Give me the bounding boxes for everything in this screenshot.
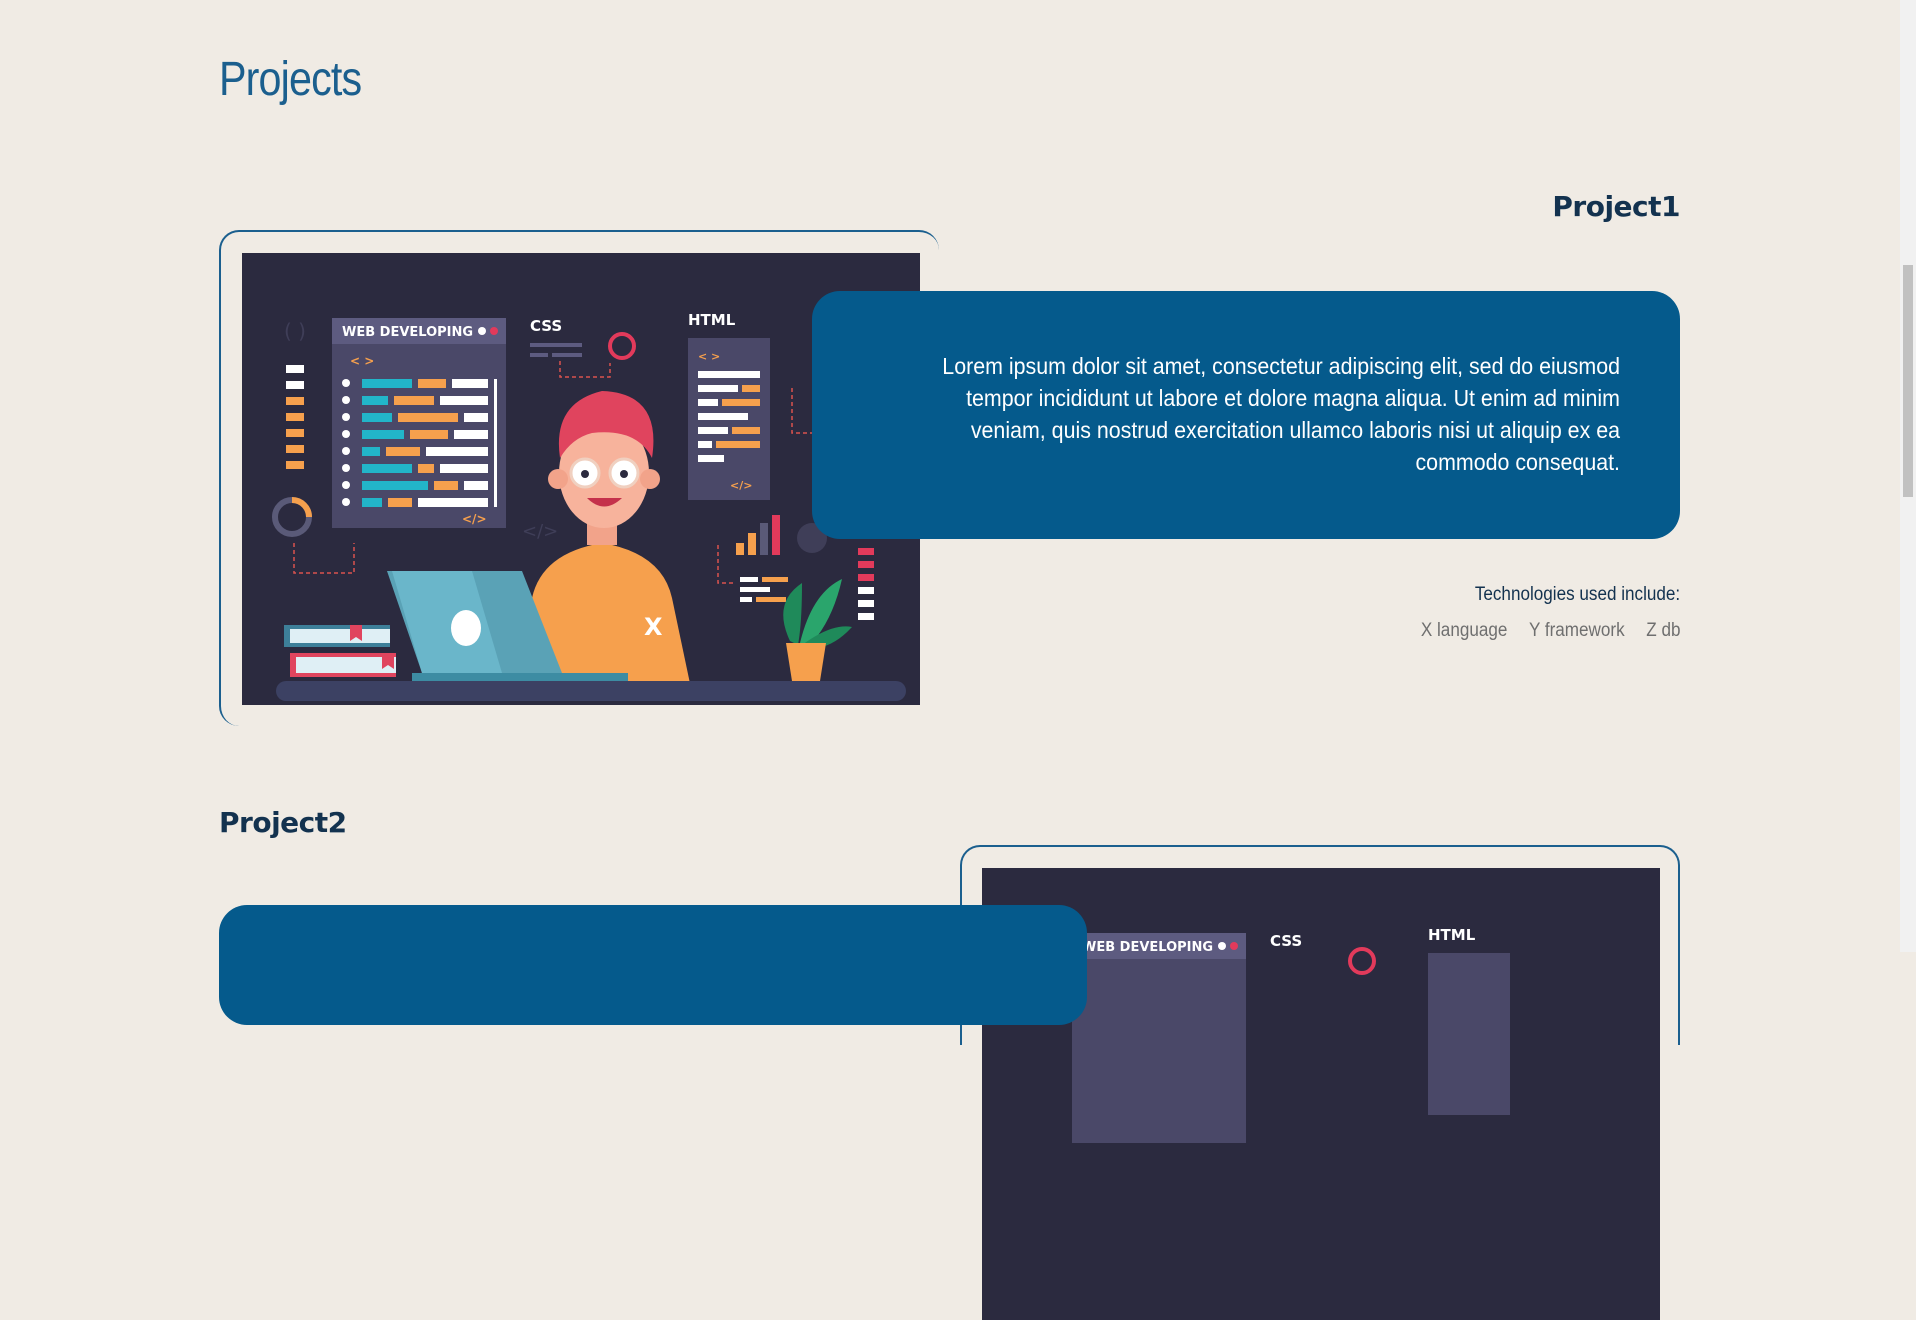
project-1-title: Project1 [1552, 190, 1680, 223]
illustration-tag-close: </> [462, 512, 487, 526]
svg-text:</>: </> [522, 521, 558, 542]
illustration-shirt-letter: X [644, 613, 663, 641]
project-1-tech-list: X language Y framework Z db [1420, 620, 1680, 642]
svg-text:< >: < > [698, 350, 720, 363]
svg-text:( ): ( ) [284, 319, 306, 343]
tech-item: X language [1420, 620, 1507, 641]
illustration-html-label: HTML [1428, 926, 1476, 944]
page-title: Projects [219, 53, 362, 106]
svg-text:</>: </> [730, 479, 752, 492]
illustration-panel-title: WEB DEVELOPING [342, 325, 473, 340]
project-1-tech-label: Technologies used include: [1474, 584, 1680, 605]
page-scrollbar[interactable] [1900, 0, 1916, 952]
illustration-html-label: HTML [688, 311, 736, 329]
project-2-description-card [219, 905, 1087, 1025]
tech-item: Z db [1645, 620, 1680, 641]
tech-item: Y framework [1528, 620, 1625, 641]
illustration-css-label: CSS [1270, 932, 1302, 950]
illustration-panel-title: WEB DEVELOPING [1082, 940, 1213, 955]
project-2-title: Project2 [219, 806, 347, 839]
scrollbar-thumb[interactable] [1903, 265, 1913, 497]
project-1-description: Lorem ipsum dolor sit amet, consectetur … [942, 353, 1620, 475]
illustration-css-label: CSS [530, 317, 562, 335]
project-1-description-card: Lorem ipsum dolor sit amet, consectetur … [812, 291, 1680, 539]
illustration-tag-open: < > [350, 354, 374, 368]
